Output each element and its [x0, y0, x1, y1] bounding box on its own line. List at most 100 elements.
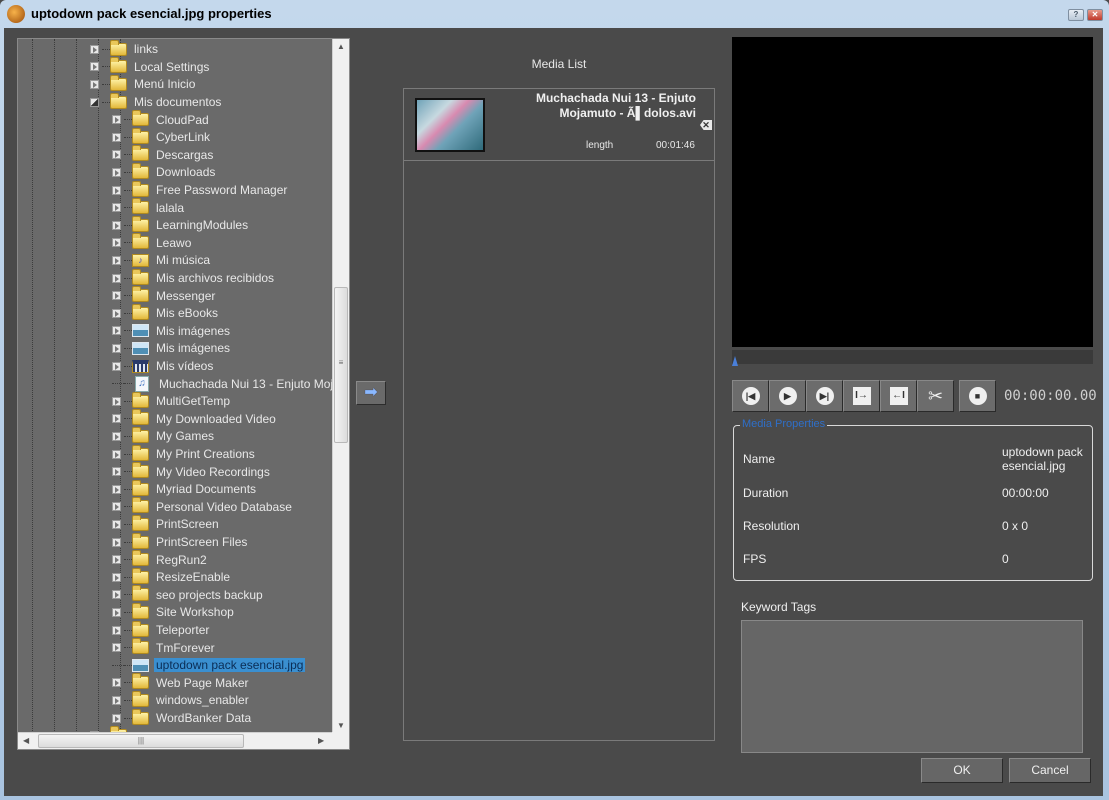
expand-node-icon[interactable] [112, 291, 121, 301]
tree-item[interactable]: RegRun2 [112, 550, 209, 569]
tree-item[interactable]: ResizeEnable [112, 567, 232, 587]
tree-item[interactable]: Menú Inicio [90, 74, 197, 94]
expand-node-icon[interactable] [112, 502, 121, 512]
tree-item[interactable]: WordBanker Data [112, 708, 253, 727]
expand-node-icon[interactable] [90, 62, 99, 72]
expand-node-icon[interactable] [112, 537, 121, 547]
expand-node-icon[interactable] [112, 308, 121, 318]
tree-item[interactable]: Leawo [112, 233, 193, 252]
scroll-left-icon[interactable]: ◀ [23, 736, 29, 745]
tree-item[interactable]: Myriad Documents [112, 479, 258, 499]
folder-tree[interactable]: links Local Settings Menú Inicio Mis docume… [17, 38, 350, 750]
tree-item[interactable]: My Video Recordings [112, 462, 272, 481]
tree-item[interactable]: uptodown pack esencial.jpg [112, 657, 306, 675]
expand-node-icon[interactable] [112, 572, 121, 582]
previous-button[interactable]: |◀ [732, 380, 769, 412]
tree-item[interactable]: Downloads [112, 162, 217, 182]
tree-item[interactable]: Site Workshop [112, 602, 236, 622]
expand-node-icon[interactable] [112, 414, 121, 424]
tree-item[interactable]: My Downloaded Video [112, 409, 278, 428]
tree-item[interactable]: CloudPad [112, 110, 211, 129]
tree-item[interactable]: Web Page Maker [112, 673, 251, 692]
expand-node-icon[interactable] [112, 361, 121, 371]
expand-node-icon[interactable] [112, 150, 121, 160]
collapse-node-icon[interactable] [90, 97, 99, 107]
expand-node-icon[interactable] [112, 255, 121, 265]
expand-node-icon[interactable] [90, 79, 99, 89]
media-list[interactable]: Muchachada Nui 13 - Enjuto Mojamuto - Ã▌… [403, 88, 715, 741]
tree-item[interactable]: ♪ Mi música [112, 252, 212, 270]
tree-item[interactable]: My Games [112, 426, 216, 446]
tree-vscroll-thumb[interactable]: ≡ [334, 287, 348, 443]
tree-item[interactable]: My Print Creations [112, 444, 257, 463]
play-button[interactable]: ▶ [769, 380, 806, 412]
expand-node-icon[interactable] [112, 484, 121, 494]
tree-item[interactable]: LearningModules [112, 215, 250, 235]
cut-button[interactable]: ✂ [917, 380, 954, 412]
mark-in-button[interactable]: I→ [843, 380, 880, 412]
expand-node-icon[interactable] [112, 695, 121, 705]
expand-node-icon[interactable] [112, 273, 121, 283]
expand-node-icon[interactable] [112, 203, 121, 213]
expand-node-icon[interactable] [112, 167, 121, 177]
remove-item-icon[interactable]: ✕ [700, 120, 712, 130]
seek-bar[interactable] [732, 350, 1093, 364]
expand-node-icon[interactable] [112, 220, 121, 230]
scroll-down-icon[interactable]: ▼ [337, 721, 345, 730]
expand-node-icon[interactable] [112, 555, 121, 565]
tree-item[interactable]: Messenger [112, 286, 217, 305]
tree-item[interactable]: Mis vídeos [112, 357, 215, 375]
tree-item[interactable]: Teleporter [112, 620, 211, 639]
expand-node-icon[interactable] [112, 643, 121, 653]
add-to-media-list-button[interactable]: ➡ [356, 381, 386, 405]
cancel-button[interactable]: Cancel [1009, 758, 1091, 783]
tree-item[interactable]: windows_enabler [112, 690, 251, 710]
tree-item[interactable]: TmForever [112, 638, 217, 657]
mark-out-button[interactable]: ←I [880, 380, 917, 412]
stop-button[interactable]: ■ [959, 380, 996, 412]
tree-item[interactable]: ♫ Muchachada Nui 13 - Enjuto Mojamuto - Í… [112, 375, 332, 393]
expand-node-icon[interactable] [112, 519, 121, 529]
expand-node-icon[interactable] [112, 713, 121, 723]
scroll-right-icon[interactable]: ▶ [318, 736, 324, 745]
tree-item[interactable]: PrintScreen Files [112, 532, 249, 551]
expand-node-icon[interactable] [112, 343, 121, 353]
tree-item[interactable]: seo projects backup [112, 585, 265, 604]
tree-hscroll-thumb[interactable]: ||| [38, 734, 244, 748]
tree-item[interactable]: Free Password Manager [112, 180, 289, 199]
tree-horizontal-scrollbar[interactable]: ◀ ||| ▶ [18, 732, 349, 749]
tree-item[interactable]: Local Settings [90, 57, 211, 76]
expand-node-icon[interactable] [112, 431, 121, 441]
tree-item[interactable]: MultiGetTemp [112, 391, 232, 411]
expand-node-icon[interactable] [112, 625, 121, 635]
expand-node-icon[interactable] [112, 449, 121, 459]
tree-item[interactable]: lalala [112, 198, 186, 217]
tree-vertical-scrollbar[interactable]: ▲ ≡ ▼ [332, 39, 349, 733]
tree-item[interactable]: Mis eBooks [112, 303, 220, 323]
tree-item[interactable]: Personal Video Database [112, 497, 294, 516]
expand-node-icon[interactable] [112, 678, 121, 688]
tree-item[interactable]: PrintScreen [112, 514, 221, 534]
next-button[interactable]: ▶| [806, 380, 843, 412]
expand-node-icon[interactable] [112, 185, 121, 195]
tree-item[interactable]: Mis imágenes [112, 322, 232, 340]
tree-item[interactable]: Descargas [112, 145, 215, 164]
media-list-item[interactable]: Muchachada Nui 13 - Enjuto Mojamuto - Ã▌… [404, 89, 714, 161]
tree-item[interactable]: CyberLink [112, 127, 212, 147]
expand-node-icon[interactable] [112, 326, 121, 336]
tree-item[interactable]: links [90, 39, 160, 59]
expand-node-icon[interactable] [112, 396, 121, 406]
close-button[interactable]: ✕ [1087, 9, 1103, 21]
expand-node-icon[interactable] [90, 44, 99, 54]
tree-item[interactable]: Mis archivos recibidos [112, 268, 276, 287]
expand-node-icon[interactable] [112, 115, 121, 125]
help-button[interactable]: ? [1068, 9, 1084, 21]
expand-node-icon[interactable] [112, 607, 121, 617]
tree-item[interactable]: Mis imágenes [112, 340, 232, 358]
keyword-tags-input[interactable] [741, 620, 1083, 753]
scroll-up-icon[interactable]: ▲ [337, 42, 345, 51]
expand-node-icon[interactable] [112, 590, 121, 600]
expand-node-icon[interactable] [112, 238, 121, 248]
tree-item[interactable]: Mis documentos [90, 92, 223, 111]
seek-thumb[interactable] [732, 356, 738, 366]
